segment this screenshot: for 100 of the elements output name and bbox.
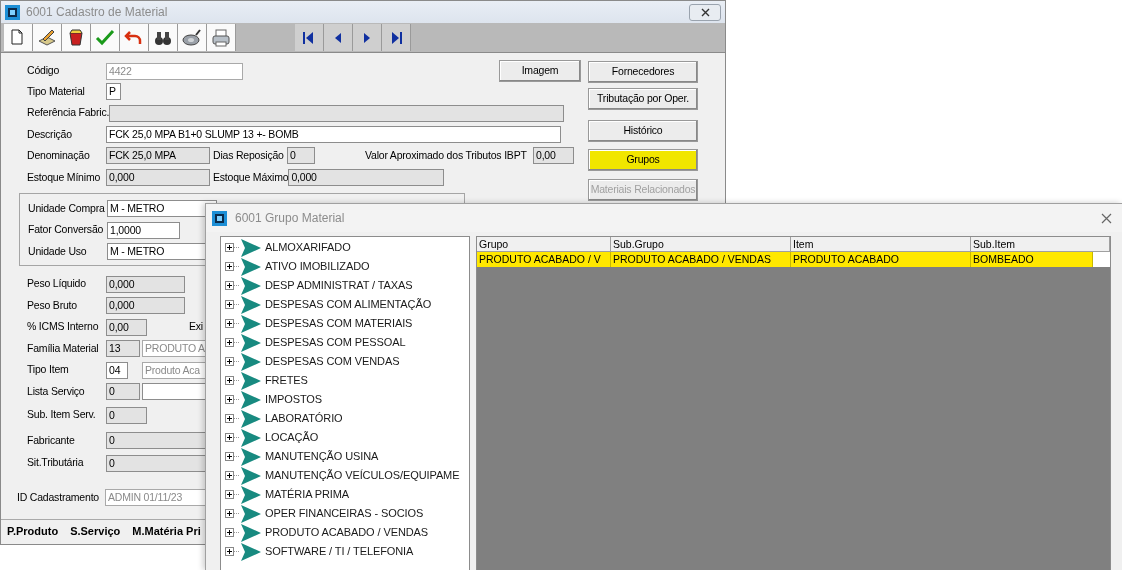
readonly-field: 0,00 [106, 318, 147, 336]
tree-item[interactable]: DESPESAS COM ALIMENTAÇÃO [265, 296, 432, 313]
expand-icon[interactable] [225, 338, 240, 347]
flag-icon [241, 238, 261, 257]
tree-item[interactable]: DESPESAS COM PESSOAL [265, 334, 406, 351]
dialog-title: 6001 Grupo Material [235, 210, 345, 227]
field-label: Código [27, 63, 61, 79]
tree-item[interactable]: IMPOSTOS [265, 391, 323, 408]
toolbar-button[interactable] [149, 24, 178, 51]
expand-icon[interactable] [225, 395, 240, 404]
field-label: Unidade Uso [28, 243, 88, 259]
expand-icon[interactable] [225, 547, 240, 556]
field-label: Estoque Mínimo [27, 169, 102, 185]
flag-icon [241, 466, 261, 485]
field-label: Sit.Tributária [27, 455, 85, 471]
side-button[interactable]: Grupos [588, 149, 698, 171]
input-field[interactable]: M - METRO [107, 200, 217, 218]
field-label: Fabricante [27, 432, 76, 448]
close-icon [700, 7, 710, 17]
expand-icon[interactable] [225, 262, 240, 271]
tree-item[interactable]: DESPESAS COM VENDAS [265, 353, 400, 370]
field-label: Tipo Material [27, 83, 86, 99]
flag-icon [241, 409, 261, 428]
toolbar-button[interactable] [62, 24, 91, 51]
expand-icon[interactable] [225, 433, 240, 442]
expand-icon[interactable] [225, 281, 240, 290]
expand-icon[interactable] [225, 528, 240, 537]
input-field[interactable]: P [106, 83, 121, 100]
table-cell: PRODUTO ACABADO [791, 252, 971, 267]
table-cell: BOMBEADO [971, 252, 1093, 267]
expand-icon[interactable] [225, 357, 240, 366]
flag-icon [241, 371, 261, 390]
tree-item[interactable]: LABORATÓRIO [265, 410, 343, 427]
readonly-field: 13 [106, 340, 140, 358]
field-label: Peso Bruto [27, 297, 78, 313]
readonly-field: 0 [287, 147, 315, 164]
readonly-field: 0,000 [288, 169, 445, 186]
tree-item[interactable]: ATIVO IMOBILIZADO [265, 258, 370, 275]
close-button[interactable] [689, 3, 721, 21]
field-label: Valor Aproximado dos Tributos IBPT [365, 147, 528, 163]
expand-icon[interactable] [225, 414, 240, 423]
checkmark-icon [95, 27, 115, 48]
status-text: P.Produto [7, 524, 59, 540]
table-cell: PRODUTO ACABADO / V [477, 252, 611, 267]
flag-icon [241, 314, 261, 333]
field-label: Exi [189, 319, 204, 335]
tree-item[interactable]: FRETES [265, 372, 308, 389]
app-icon [5, 4, 20, 20]
tree-item[interactable]: MANUTENÇÃO VEÍCULOS/EQUIPAME [265, 467, 460, 484]
expand-icon[interactable] [225, 452, 240, 461]
tree-item[interactable]: LOCAÇÃO [265, 429, 319, 446]
input-field[interactable]: 1,0000 [107, 221, 180, 239]
app-icon [212, 210, 227, 226]
readonly-field: 0,000 [106, 297, 185, 315]
side-button[interactable]: Tributação por Oper. [588, 88, 698, 110]
toolbar-button[interactable] [324, 24, 353, 51]
expand-icon[interactable] [225, 490, 240, 499]
expand-icon[interactable] [225, 300, 240, 309]
flag-icon [241, 447, 261, 466]
side-button[interactable]: Histórico [588, 120, 698, 142]
field-label: Peso Líquido [27, 276, 87, 292]
close-icon [1101, 212, 1112, 224]
tree-item[interactable]: MANUTENÇÃO USINA [265, 448, 379, 465]
tree-item[interactable]: MATÉRIA PRIMA [265, 486, 350, 503]
toolbar-button[interactable] [353, 24, 382, 51]
image-button[interactable]: Imagem [499, 60, 581, 82]
tree-item[interactable]: DESPESAS COM MATERIAIS [265, 315, 413, 332]
input-field[interactable]: FCK 25,0 MPA B1+0 SLUMP 13 +- BOMB [106, 126, 561, 143]
expand-icon[interactable] [225, 471, 240, 480]
expand-icon[interactable] [225, 509, 240, 518]
readonly-field: FCK 25,0 MPA [106, 147, 210, 164]
readonly-field: 0,000 [106, 275, 185, 293]
field-label: Família Material [27, 340, 100, 356]
tree-item[interactable]: PRODUTO ACABADO / VENDAS [265, 524, 429, 541]
flag-icon [241, 333, 261, 352]
field-label: Referência Fabric. [27, 105, 110, 121]
field-label: Fator Conversão [28, 222, 105, 238]
flag-icon [241, 295, 261, 314]
toolbar-button[interactable] [178, 24, 207, 51]
expand-icon[interactable] [225, 376, 240, 385]
toolbar-button[interactable] [295, 24, 324, 51]
tree-item[interactable]: SOFTWARE / TI / TELEFONIA [265, 543, 414, 560]
toolbar-button[interactable] [33, 24, 62, 51]
status-text: M.Matéria Pri [132, 524, 201, 540]
flag-icon [241, 523, 261, 542]
expand-icon[interactable] [225, 319, 240, 328]
bucket-icon [66, 27, 86, 48]
input-field[interactable]: 04 [106, 361, 128, 379]
tree-item[interactable]: OPER FINANCEIRAS - SOCIOS [265, 505, 424, 522]
flag-icon [241, 428, 261, 447]
field-label: Sub. Item Serv. [27, 407, 97, 423]
tree-item[interactable]: DESP ADMINISTRAT / TAXAS [265, 277, 413, 294]
readonly-field: 0 [106, 406, 147, 424]
close-button[interactable] [1101, 212, 1112, 224]
toolbar-button[interactable] [382, 24, 411, 51]
field-label: Tipo Item [27, 362, 70, 378]
tree-item[interactable]: ALMOXARIFADO [265, 239, 351, 256]
side-button[interactable]: Fornecedores [588, 61, 698, 83]
expand-icon[interactable] [225, 243, 240, 252]
field-label: ID Cadastramento [17, 489, 100, 505]
